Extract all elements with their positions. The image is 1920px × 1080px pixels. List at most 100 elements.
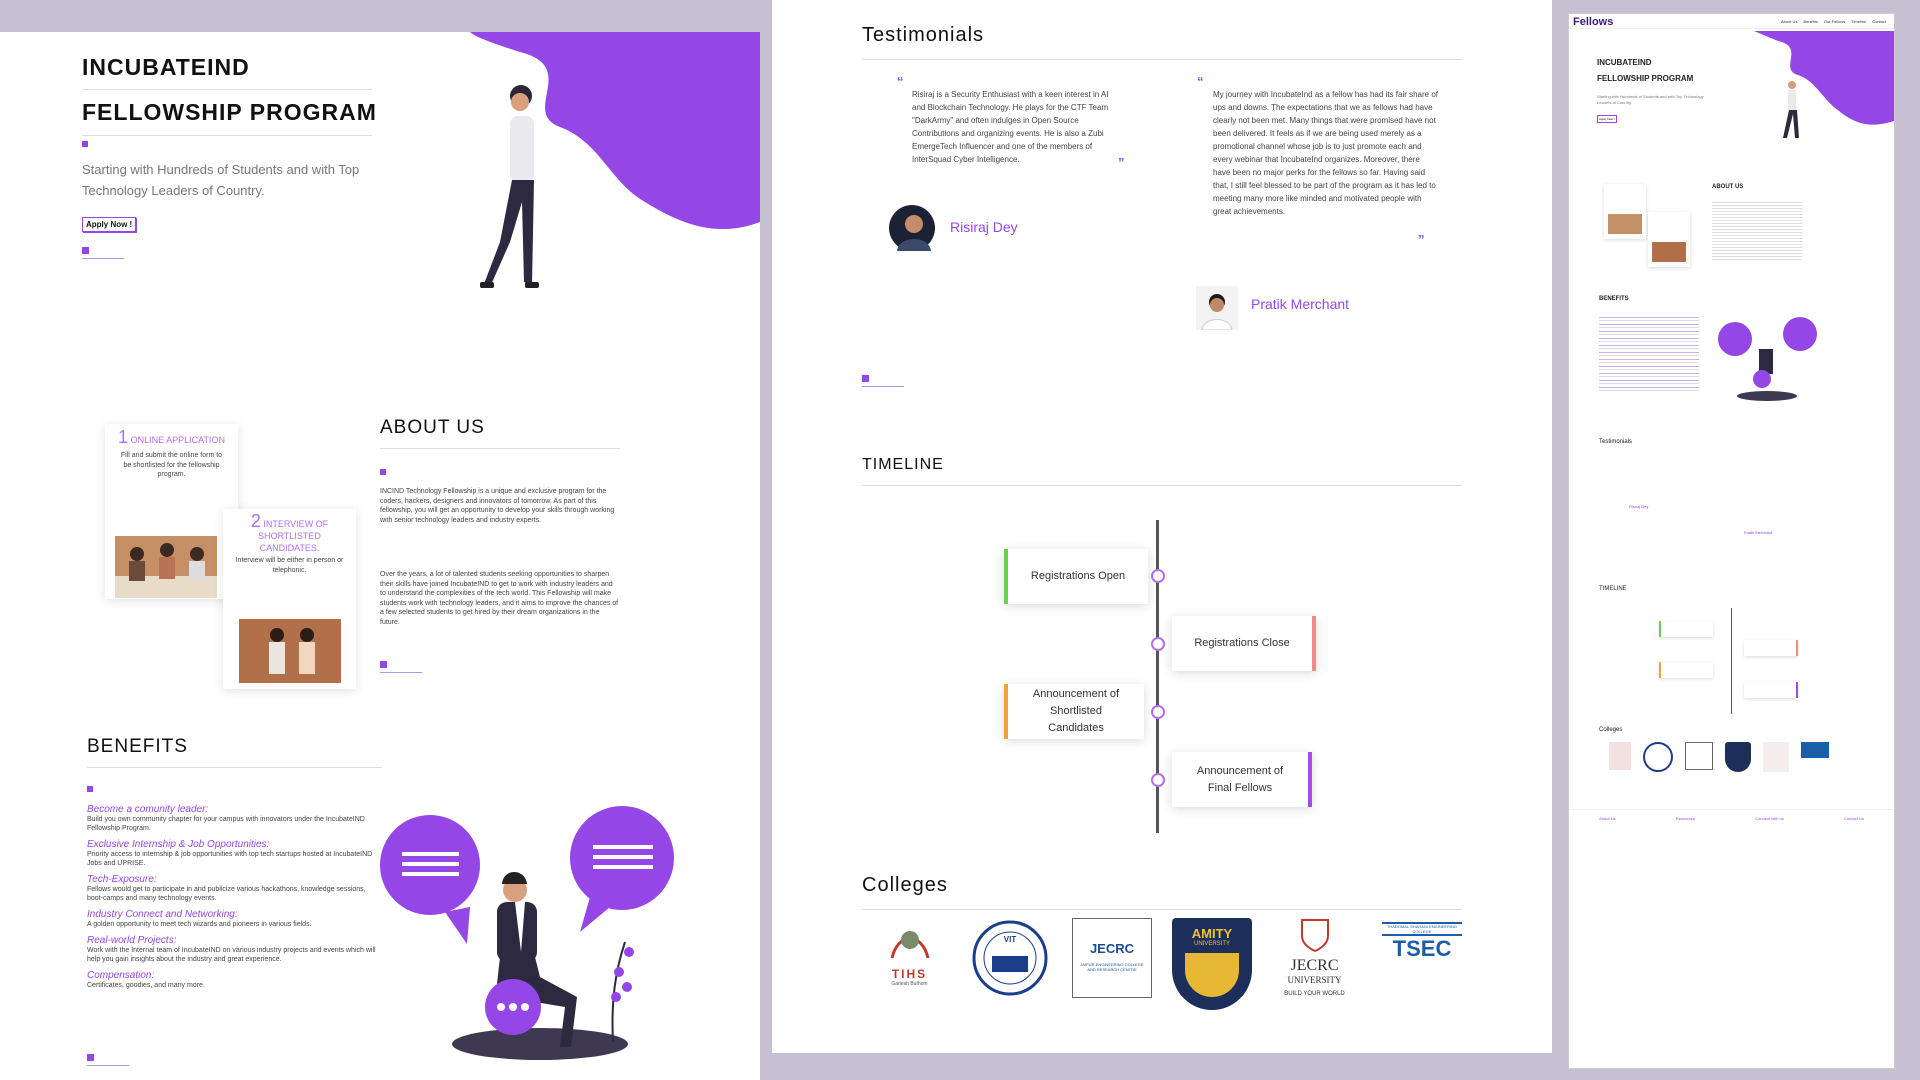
testimonial-text: Risiraj is a Security Enthusiast with a … — [912, 90, 1109, 164]
college-logo-tsec: THADOMAL SHAHANI ENGINEERING COLLEGE TSE… — [1382, 922, 1462, 974]
step-text: Fill and submit the online form to be sh… — [120, 452, 223, 478]
footer-resources[interactable]: Resources — [1676, 816, 1695, 874]
footer-about-us[interactable]: About Us — [1599, 816, 1615, 874]
college-logo-tihs: TIHS Ganesh Buthom — [882, 922, 937, 997]
quote-close-icon: ” — [1418, 232, 1425, 247]
panel-full-page-preview: Fellows About Us Benefits Our Fellows Ti… — [1568, 13, 1895, 1069]
benefit-item: Real-world Projects: Work with the Intern… — [87, 935, 376, 963]
walking-person-illustration — [480, 85, 539, 288]
avatar — [1196, 286, 1238, 330]
timeline-dot — [1151, 569, 1165, 583]
footer-connect[interactable]: Connect with us — [1755, 816, 1783, 874]
mini-timeline-card-1 — [1659, 621, 1713, 637]
benefit-item: Compensation: Certificates, goodies, and … — [87, 970, 205, 989]
mini-about-text — [1712, 200, 1802, 260]
mini-timeline-card-4 — [1744, 682, 1798, 698]
step-card-online-application: 1 ONLINE APPLICATION Fill and submit the… — [105, 424, 238, 599]
timeline-dot — [1151, 705, 1165, 719]
benefits-heading: BENEFITS — [87, 736, 188, 757]
quote-close-icon: ” — [1118, 155, 1125, 170]
testimonial-text: My journey with IncubateInd as a fellow … — [1213, 90, 1439, 216]
mini-benefits-text — [1599, 314, 1699, 394]
footer-contact[interactable]: Contact Us — [1844, 816, 1864, 874]
college-logo-jecrc: JECRC JAIPUR ENGINEERING COLLEGE AND RES… — [1072, 918, 1152, 998]
nav-links: About Us Benefits Our Fellows Timeline C… — [1781, 19, 1886, 24]
mini-testimonial-name-2: Pratik Merchant — [1744, 530, 1773, 535]
timeline-card-registrations-open: Registrations Open — [1004, 549, 1148, 604]
testimonials-heading: Testimonials — [862, 24, 985, 46]
timeline-card-registrations-close: Registrations Close — [1172, 616, 1316, 671]
mini-testimonials-heading: Testimonials — [1599, 439, 1633, 445]
hero-title-divider-2 — [82, 135, 372, 136]
about-accent-square — [380, 469, 386, 475]
college-logo-vit: VIT — [972, 918, 1048, 1003]
mini-hero-blob — [1754, 31, 1894, 125]
timeline-heading: TIMELINE — [862, 456, 944, 473]
step-number: 1 — [118, 427, 129, 447]
fellows-logo[interactable]: Fellows — [1573, 16, 1613, 28]
step-card-interview: 2 INTERVIEW OF SHORTLISTED CANDIDATES. I… — [223, 509, 356, 689]
mini-walking-person — [1783, 81, 1799, 138]
timeline-dot — [1151, 773, 1165, 787]
jecrc-crest-icon — [1300, 919, 1329, 953]
apply-now-button[interactable]: Apply Now ! — [82, 217, 137, 232]
hero-title-line1: INCUBATEIND — [82, 54, 250, 80]
nav-link-benefits[interactable]: Benefits — [1803, 19, 1817, 24]
step-title: ONLINE APPLICATION — [130, 435, 225, 445]
benefits-list: Become a comunity leader: Build you own c… — [87, 798, 377, 990]
hero-underline — [82, 258, 124, 259]
nav-link-fellows[interactable]: Our Fellows — [1824, 19, 1845, 24]
about-underline — [380, 672, 422, 673]
about-heading: ABOUT US — [380, 417, 485, 438]
step-text: Interview will be either in person or te… — [235, 557, 344, 574]
nav-link-about[interactable]: About Us — [1781, 19, 1797, 24]
mini-hero-subtitle: Starting with Hundreds of Students and w… — [1597, 94, 1704, 105]
hero-accent-square — [82, 141, 88, 147]
mini-benefits-illustration — [1718, 317, 1817, 401]
tihs-crest-icon — [890, 931, 929, 959]
nav-link-contact[interactable]: Contact — [1872, 19, 1886, 24]
timeline-card-shortlisted: Announcement of Shortlisted Candidates — [1004, 684, 1144, 739]
college-logo-amity: AMITY UNIVERSITY — [1172, 918, 1252, 1010]
testimonials-underline — [862, 386, 904, 387]
quote-open-icon: “ — [897, 74, 904, 89]
mini-footer: About Us Resources Connect with us Conta… — [1569, 809, 1894, 874]
avatar — [889, 205, 935, 251]
hero-title-line2: FELLOWSHIP PROGRAM — [82, 99, 377, 125]
mini-colleges-heading: Colleges — [1599, 727, 1623, 733]
mini-testimonials-text — [1609, 456, 1854, 526]
timeline-divider — [862, 485, 1462, 486]
nav-link-timeline[interactable]: Timeline — [1851, 19, 1866, 24]
mini-college-logos — [1609, 742, 1859, 776]
benefit-item: Industry Connect and Networking: A golden… — [87, 909, 312, 928]
panel-testimonials-timeline-colleges: Testimonials “ Risiraj is a Security Ent… — [772, 0, 1552, 1053]
about-divider — [380, 448, 620, 449]
interview-photo — [239, 619, 341, 683]
testimonial-name: Risiraj Dey — [950, 219, 1018, 235]
mini-apply-button[interactable]: Apply Now ! — [1597, 115, 1618, 123]
mini-hero-title-1: INCUBATEIND — [1597, 58, 1652, 67]
mini-timeline-axis — [1731, 608, 1732, 714]
mini-timeline-heading: TIMELINE — [1599, 586, 1627, 592]
mini-timeline-card-3 — [1659, 662, 1713, 678]
college-logo-jecrc-university: JECRC UNIVERSITY BUILD YOUR WORLD — [1267, 918, 1362, 1014]
step-title: INTERVIEW OF SHORTLISTED CANDIDATES. — [258, 519, 329, 553]
timeline-dot — [1151, 637, 1165, 651]
colleges-divider — [862, 909, 1462, 910]
mini-about-heading: ABOUT US — [1712, 184, 1744, 190]
benefits-underline — [87, 1065, 129, 1066]
step-number: 2 — [250, 511, 261, 531]
mini-step-cards — [1604, 184, 1690, 267]
vit-seal-icon — [972, 920, 1048, 996]
benefits-accent-square-2 — [87, 1054, 94, 1061]
benefit-item: Tech-Exposure: Fellows would get to parti… — [87, 874, 366, 902]
quote-open-icon: “ — [1197, 74, 1204, 89]
sitting-person-chat-illustration — [380, 806, 674, 1060]
amity-torch-icon — [1185, 953, 1239, 997]
benefits-accent-square — [87, 786, 93, 792]
colleges-heading: Colleges — [862, 874, 948, 896]
hero-subtitle: Starting with Hundreds of Students and w… — [82, 162, 360, 198]
testimonial-name: Pratik Merchant — [1251, 296, 1350, 312]
about-paragraph-2: Over the years, a lot of talented studen… — [380, 571, 619, 626]
testimonials-divider — [862, 59, 1462, 60]
